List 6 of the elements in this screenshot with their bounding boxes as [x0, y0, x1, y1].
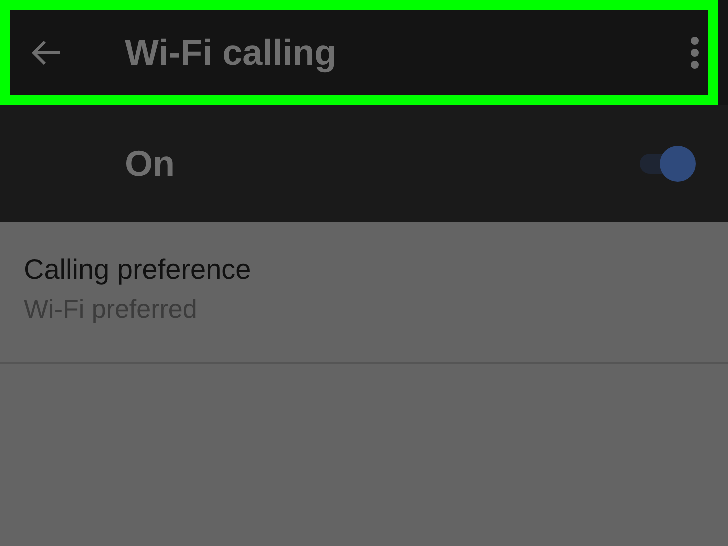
switch-label: On	[125, 142, 175, 184]
screen-title: Wi-Fi calling	[125, 32, 338, 74]
toggle-switch[interactable]	[638, 144, 698, 184]
more-options-icon[interactable]	[690, 36, 700, 70]
back-icon[interactable]	[30, 38, 62, 66]
preference-title: Calling preference	[24, 254, 252, 286]
